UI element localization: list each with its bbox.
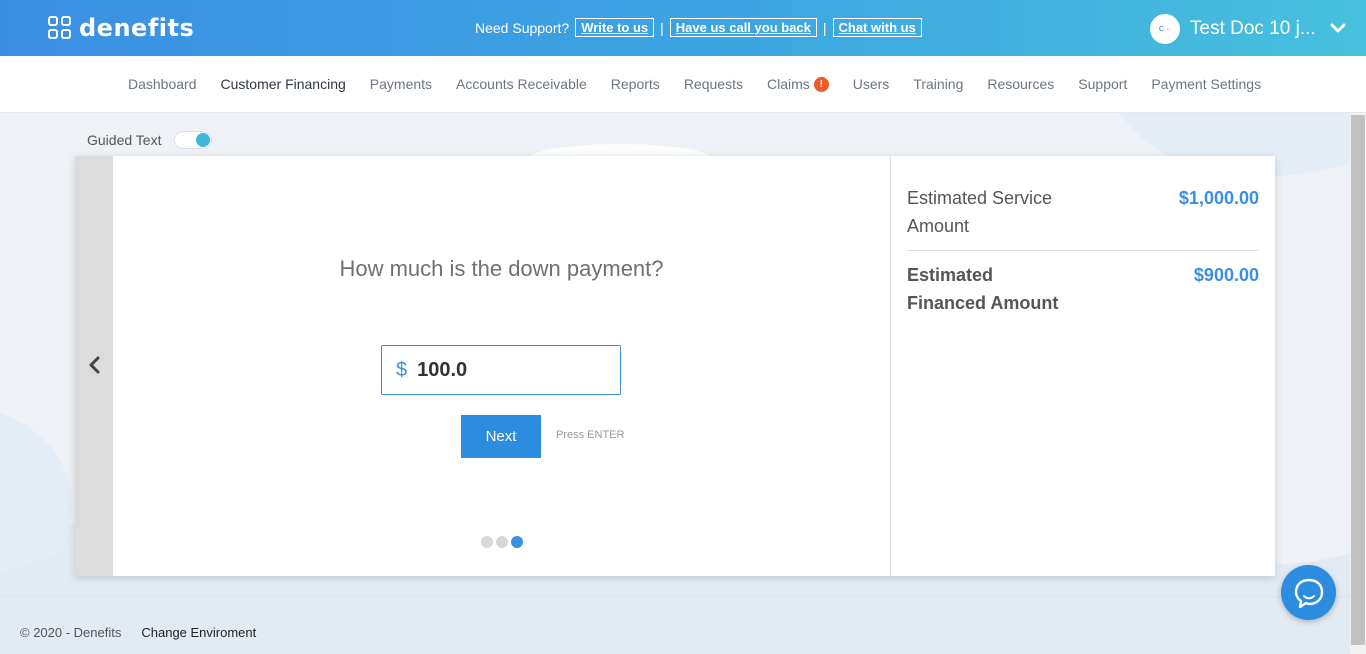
logo-text: denefits (79, 14, 195, 42)
nav-item-requests[interactable]: Requests (684, 76, 743, 92)
support-label: Need Support? (475, 19, 570, 36)
top-bar: denefits Need Support? Write to us | Hav… (0, 0, 1366, 56)
nav-item-resources[interactable]: Resources (987, 76, 1054, 92)
footer: © 2020 - Denefits Change Enviroment (20, 625, 256, 640)
separator: | (822, 19, 827, 36)
nav-item-label: Requests (683, 76, 743, 92)
nav-item-payment-settings[interactable]: Payment Settings (1151, 76, 1261, 92)
step-dot-active (511, 536, 523, 548)
page-scrollbar[interactable] (1350, 113, 1366, 654)
nav-item-label: Dashboard (128, 76, 197, 92)
financed-amount-label: Estimated Financed Amount (907, 265, 1059, 313)
back-button[interactable] (75, 156, 113, 576)
nav-item-label: Users (852, 76, 890, 92)
nav-item-payments[interactable]: Payments (370, 76, 432, 92)
service-amount-label: Estimated Service Amount (907, 188, 1053, 236)
write-to-us-button[interactable]: Write to us (575, 18, 655, 37)
chat-with-us-button[interactable]: Chat with us (832, 18, 922, 37)
financed-amount-value: $900.00 (1193, 265, 1259, 285)
nav-item-label: Payment Settings (1151, 76, 1262, 92)
main-nav: Dashboard Customer Financing Payments Ac… (0, 56, 1366, 113)
guided-text-label: Guided Text (87, 132, 162, 148)
user-menu[interactable]: C··· Test Doc 10 j... (1150, 14, 1316, 44)
press-enter-hint: Press ENTER (556, 429, 625, 441)
scrollbar-thumb[interactable] (1351, 115, 1365, 645)
service-amount-row: Estimated Service Amount $1,000.00 (907, 184, 1259, 250)
chat-bubble-icon (1294, 578, 1323, 608)
nav-item-label: Accounts Receivable (456, 76, 587, 92)
nav-item-label: Payments (369, 76, 433, 92)
nav-item-customer-financing[interactable]: Customer Financing (221, 76, 346, 92)
nav-item-label: Resources (987, 76, 1055, 92)
step-indicator (481, 536, 523, 548)
avatar-text: C··· (1158, 25, 1172, 33)
financing-card: How much is the down payment? $ Next Pre… (75, 156, 1275, 576)
down-payment-input[interactable] (417, 358, 598, 382)
change-environment-link[interactable]: Change Enviroment (141, 625, 256, 640)
next-button[interactable]: Next (461, 415, 541, 458)
question-text: How much is the down payment? (339, 256, 664, 281)
nav-item-support[interactable]: Support (1078, 76, 1127, 92)
financed-amount-row: Estimated Financed Amount $900.00 (907, 250, 1259, 327)
alert-badge: ! (813, 76, 829, 92)
nav-list: Dashboard Customer Financing Payments Ac… (128, 76, 1261, 92)
logo-icon (48, 15, 73, 41)
amount-summary: Estimated Service Amount $1,000.00 Estim… (907, 184, 1259, 327)
nav-item-label: Customer Financing (220, 76, 346, 92)
service-amount-value: $1,000.00 (1178, 188, 1259, 208)
divider (890, 156, 891, 576)
currency-symbol: $ (396, 358, 408, 381)
copyright: © 2020 - Denefits (20, 625, 122, 640)
logo[interactable]: denefits (48, 14, 194, 42)
down-payment-field[interactable]: $ (381, 345, 621, 395)
user-name[interactable]: Test Doc 10 j... (1190, 18, 1316, 40)
nav-item-reports[interactable]: Reports (611, 76, 660, 92)
chevron-down-icon[interactable] (1330, 20, 1346, 36)
nav-item-label: Claims (766, 76, 810, 92)
nav-item-users[interactable]: Users (853, 76, 890, 92)
step-dot (496, 536, 508, 548)
footer-divider (0, 596, 1350, 597)
nav-item-dashboard[interactable]: Dashboard (128, 76, 197, 92)
nav-item-label: Reports (610, 76, 660, 92)
chevron-left-icon (89, 356, 100, 374)
nav-item-label: Support (1078, 76, 1128, 92)
chat-button[interactable] (1281, 565, 1336, 620)
nav-item-claims[interactable]: Claims! (767, 76, 829, 92)
nav-item-accounts-receivable[interactable]: Accounts Receivable (456, 76, 587, 92)
avatar: C··· (1150, 14, 1180, 44)
support-bar: Need Support? Write to us | Have us call… (475, 18, 922, 37)
toggle-knob (196, 133, 211, 147)
separator: | (660, 19, 664, 36)
call-back-button[interactable]: Have us call you back (669, 18, 817, 37)
guided-text-control: Guided Text (87, 132, 212, 148)
nav-item-label: Training (913, 76, 964, 92)
step-dot (481, 536, 493, 548)
guided-text-toggle[interactable] (175, 132, 212, 148)
nav-item-training[interactable]: Training (913, 76, 963, 92)
